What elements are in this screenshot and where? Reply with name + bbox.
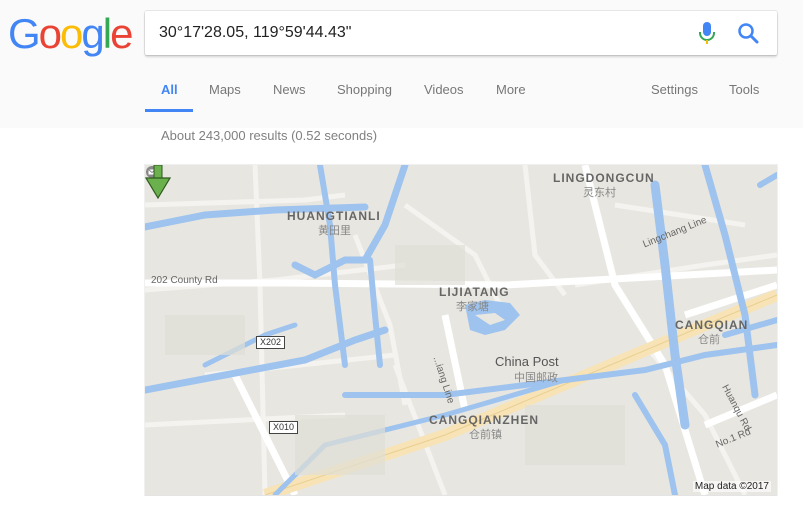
google-logo[interactable]: Google bbox=[8, 9, 133, 59]
logo-letter-g: G bbox=[8, 10, 41, 57]
logo-letter-o1: o bbox=[38, 10, 62, 57]
search-box bbox=[145, 11, 777, 55]
tab-maps[interactable]: Maps bbox=[209, 82, 241, 97]
place-cangqianzhen[interactable]: CANGQIANZHEN bbox=[429, 413, 539, 427]
microphone-icon[interactable] bbox=[697, 21, 717, 45]
tab-news[interactable]: News bbox=[273, 82, 306, 97]
place-cangqian-cn: 仓前 bbox=[698, 334, 720, 346]
road-202-county: 202 County Rd bbox=[151, 275, 218, 286]
place-china-post[interactable]: China Post bbox=[495, 354, 559, 369]
logo-letter-g2: g bbox=[81, 10, 104, 57]
logo-letter-e: e bbox=[110, 10, 133, 57]
search-input[interactable] bbox=[159, 11, 679, 55]
route-badge-x202: X202 bbox=[256, 336, 286, 349]
tab-more[interactable]: More bbox=[496, 82, 526, 97]
place-lijiatang[interactable]: LIJIATANG bbox=[439, 285, 510, 299]
magnifier-icon[interactable] bbox=[737, 22, 759, 44]
place-china-post-cn: 中国邮政 bbox=[514, 372, 558, 384]
place-lingdongcun[interactable]: LINGDONGCUN bbox=[553, 171, 655, 185]
route-badge-x010: X010 bbox=[269, 421, 299, 434]
tab-settings[interactable]: Settings bbox=[651, 82, 698, 97]
location-pin-icon[interactable] bbox=[145, 165, 171, 199]
tab-all[interactable]: All bbox=[161, 82, 178, 97]
search-tabs: All Maps News Shopping Videos More Setti… bbox=[145, 70, 785, 112]
active-tab-indicator bbox=[145, 109, 193, 112]
header-bar: Google All Maps News Shopping Videos Mor… bbox=[0, 0, 803, 128]
map-credit: Map data ©2017 bbox=[692, 481, 771, 492]
tab-tools[interactable]: Tools bbox=[729, 82, 759, 97]
results-count: About 243,000 results (0.52 seconds) bbox=[161, 128, 378, 143]
logo-letter-l: l bbox=[102, 10, 112, 57]
place-lingdongcun-cn: 灵东村 bbox=[583, 187, 616, 199]
place-cangqian[interactable]: CANGQIAN bbox=[675, 318, 748, 332]
place-huangtianli-cn: 黄田里 bbox=[318, 225, 351, 237]
tab-videos[interactable]: Videos bbox=[424, 82, 464, 97]
place-huangtianli[interactable]: HUANGTIANLI bbox=[287, 209, 381, 223]
place-cangqianzhen-cn: 仓前镇 bbox=[469, 429, 502, 441]
tab-shopping[interactable]: Shopping bbox=[337, 82, 392, 97]
logo-letter-o2: o bbox=[60, 10, 83, 57]
map-card[interactable]: LINGDONGCUN 灵东村 HUANGTIANLI 黄田里 LIJIATAN… bbox=[145, 165, 777, 495]
place-lijiatang-cn: 李家塘 bbox=[456, 301, 489, 313]
